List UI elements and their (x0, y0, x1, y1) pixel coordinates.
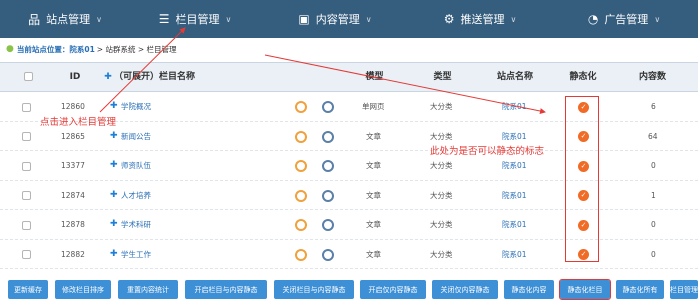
update-cache-button[interactable]: 更新缓存 (8, 280, 48, 299)
bottom-toolbar: 更新缓存 修改栏目排序 重置内容统计 开启栏目与内容静态 关闭栏目与内容静态 开… (0, 279, 698, 300)
disable-column-content-static-button[interactable]: 关闭栏目与内容静态 (274, 280, 354, 299)
static-column-button[interactable]: 静态化栏目 (559, 279, 611, 300)
enable-column-content-static-button[interactable]: 开启栏目与内容静态 (185, 280, 267, 299)
static-all-button[interactable]: 静态化所有 (616, 280, 664, 299)
arrow-to-static-column (264, 54, 546, 114)
column-management-button[interactable]: 栏目管理 (670, 280, 698, 299)
disable-content-static-only-button[interactable]: 关闭仅内容静态 (432, 280, 498, 299)
arrow-to-column-nav (99, 27, 186, 113)
static-content-button[interactable]: 静态化内容 (504, 280, 554, 299)
annotation-arrows (99, 27, 546, 114)
modify-column-order-button[interactable]: 修改栏目排序 (55, 280, 111, 299)
enable-content-static-only-button[interactable]: 开启仅内容静态 (360, 280, 426, 299)
reset-content-stats-button[interactable]: 重置内容统计 (118, 280, 178, 299)
